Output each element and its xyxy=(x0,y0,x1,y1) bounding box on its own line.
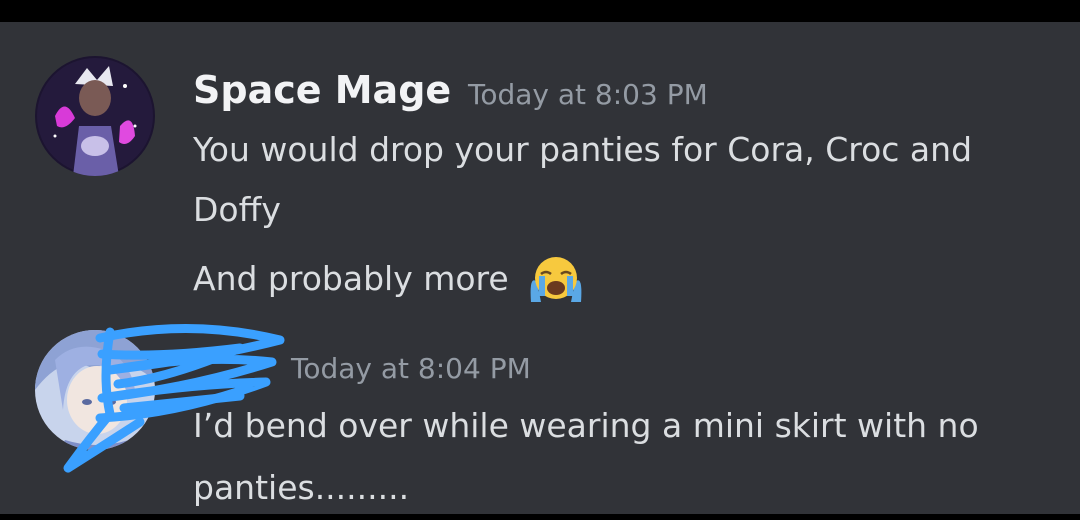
username[interactable]: Space Mage xyxy=(193,68,451,112)
loudly-crying-face-icon xyxy=(527,254,585,310)
message-text-line: And probably more xyxy=(193,254,585,310)
message-text-line: panties......... xyxy=(193,468,410,507)
chat-log: Space Mage Today at 8:03 PM You would dr… xyxy=(0,22,1080,514)
message-text-line: You would drop your panties for Cora, Cr… xyxy=(193,130,973,169)
message-text-line: I’d bend over while wearing a mini skirt… xyxy=(193,406,979,445)
timestamp: Today at 8:03 PM xyxy=(468,78,708,111)
message-text-line: Doffy xyxy=(193,190,281,229)
timestamp: Today at 8:04 PM xyxy=(291,352,531,385)
message-text: And probably more xyxy=(193,259,509,298)
avatar[interactable] xyxy=(35,56,155,176)
avatar[interactable] xyxy=(35,330,155,450)
